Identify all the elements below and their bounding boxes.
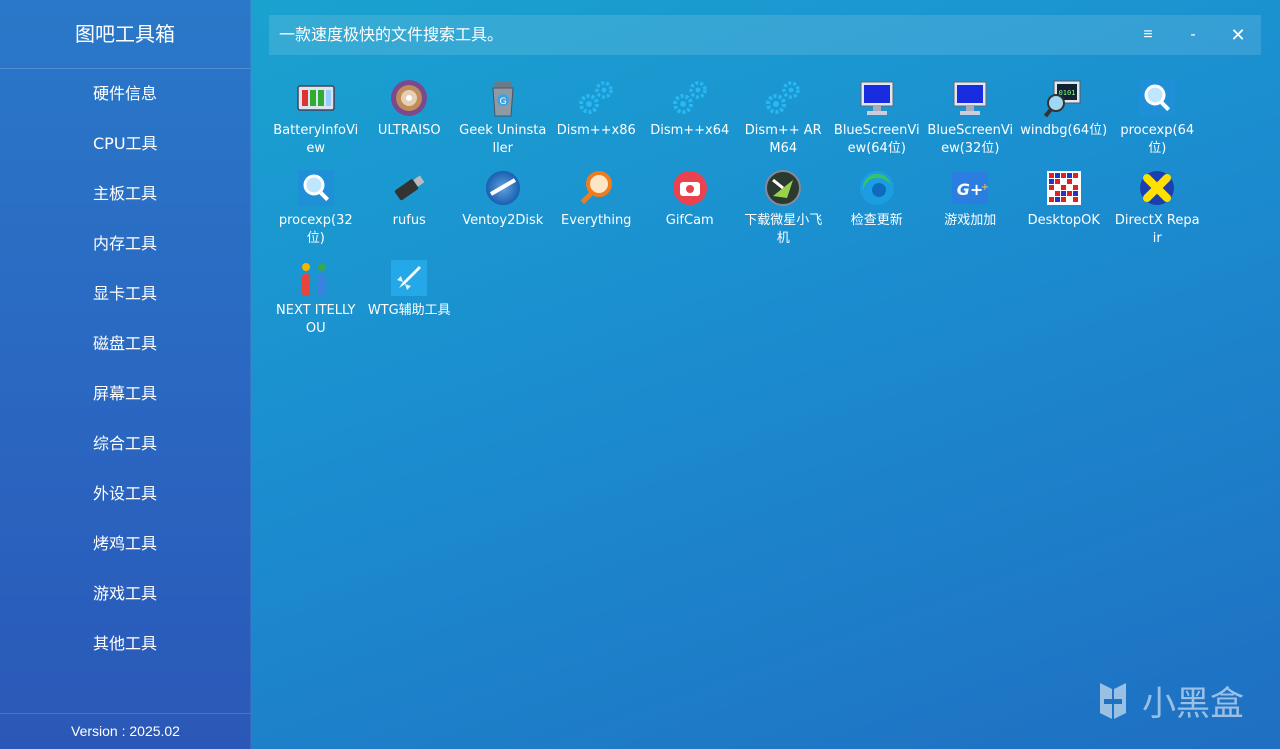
tool-item[interactable]: procexp(32位) — [269, 160, 363, 250]
itellyou-icon — [296, 258, 336, 298]
grid-icon — [1044, 168, 1084, 208]
app-title: 图吧工具箱 — [0, 0, 250, 69]
tool-label: procexp(64位) — [1120, 123, 1195, 156]
tool-label: GifCam — [665, 213, 714, 228]
gears-icon — [670, 78, 710, 118]
tool-item[interactable]: Dism++ ARM64 — [737, 70, 831, 160]
sidebar-item[interactable]: 主板工具 — [0, 169, 250, 219]
tool-grid: BatteryInfoView ULTRAISO G Geek Uninstaller… — [269, 70, 1209, 340]
svg-text:G: G — [499, 97, 506, 107]
tool-label: Dism++x86 — [556, 123, 636, 138]
sidebar-item[interactable]: 硬件信息 — [0, 69, 250, 119]
tool-item[interactable]: DesktopOK — [1017, 160, 1111, 250]
svg-text:+: + — [981, 182, 989, 193]
svg-text:G+: G+ — [957, 180, 984, 199]
tool-item[interactable]: Ventoy2Disk — [456, 160, 550, 250]
sidebar-item[interactable]: 外设工具 — [0, 469, 250, 519]
tool-label: 检查更新 — [850, 213, 903, 228]
tool-item[interactable]: G+ + 游戏加加 — [924, 160, 1018, 250]
rocket-icon — [389, 258, 429, 298]
tool-label: Dism++x64 — [650, 123, 730, 138]
tool-item[interactable]: 检查更新 — [830, 160, 924, 250]
afterburner-icon — [763, 168, 803, 208]
tool-item[interactable]: G Geek Uninstaller — [456, 70, 550, 160]
tool-item[interactable]: 0101 windbg(64位) — [1017, 70, 1111, 160]
close-button[interactable]: ✕ — [1216, 15, 1260, 55]
sidebar-item[interactable]: 磁盘工具 — [0, 319, 250, 369]
tool-label: 游戏加加 — [944, 213, 997, 228]
minimize-button[interactable]: - — [1171, 15, 1215, 55]
tool-label: ULTRAISO — [377, 123, 441, 138]
gears-icon — [576, 78, 616, 118]
tool-item[interactable]: NEXT ITELLYOU — [269, 250, 363, 340]
battery-icon — [296, 78, 336, 118]
sidebar-item[interactable]: 游戏工具 — [0, 569, 250, 619]
menu-button[interactable]: ≡ — [1126, 15, 1170, 55]
magnifier-icon — [1137, 78, 1177, 118]
usb-drive-icon — [389, 168, 429, 208]
tool-label: rufus — [392, 213, 426, 228]
tool-label: Everything — [561, 213, 632, 228]
directx-icon — [1137, 168, 1177, 208]
sidebar-item[interactable]: 显卡工具 — [0, 269, 250, 319]
tool-item[interactable]: Everything — [550, 160, 644, 250]
trash-icon: G — [483, 78, 523, 118]
tool-label: windbg(64位) — [1020, 123, 1108, 138]
tool-label: Geek Uninstaller — [459, 123, 547, 156]
watermark-text: 小黑盒 — [1142, 684, 1244, 724]
tool-item[interactable]: ULTRAISO — [363, 70, 457, 160]
magnifier-icon — [296, 168, 336, 208]
monitor-icon — [857, 78, 897, 118]
sidebar-item[interactable]: 屏幕工具 — [0, 369, 250, 419]
game-plus-icon: G+ + — [950, 168, 990, 208]
sidebar-item[interactable]: 其他工具 — [0, 619, 250, 669]
tool-item[interactable]: Dism++x86 — [550, 70, 644, 160]
tool-item[interactable]: Dism++x64 — [643, 70, 737, 160]
tagline: 一款速度极快的文件搜索工具。 — [279, 25, 504, 44]
tool-item[interactable]: rufus — [363, 160, 457, 250]
tool-label: procexp(32位) — [278, 213, 353, 246]
tool-item[interactable]: BlueScreenView(32位) — [924, 70, 1018, 160]
debugger-icon: 0101 — [1043, 78, 1084, 118]
gears-icon — [763, 78, 803, 118]
tool-item[interactable]: procexp(64位) — [1111, 70, 1205, 160]
monitor-icon — [950, 78, 990, 118]
tool-item[interactable]: WTG辅助工具 — [363, 250, 457, 340]
tool-item[interactable]: BlueScreenView(64位) — [830, 70, 924, 160]
tool-label: DirectX Repair — [1114, 213, 1200, 246]
sidebar: 图吧工具箱 硬件信息 CPU工具 主板工具 内存工具 显卡工具 磁盘工具 屏幕工具 综合工具外… — [0, 0, 251, 749]
tool-label: Dism++ ARM64 — [744, 123, 822, 156]
tool-label: 下载微星小飞机 — [744, 213, 823, 246]
watermark: 小黑盒 — [1090, 676, 1244, 725]
tool-label: BlueScreenView(32位) — [927, 123, 1014, 156]
tool-label: BatteryInfoView — [273, 123, 359, 156]
sidebar-item[interactable]: CPU工具 — [0, 119, 250, 169]
tool-item[interactable]: DirectX Repair — [1111, 160, 1205, 250]
tool-label: WTG辅助工具 — [367, 303, 451, 318]
title-bar: 一款速度极快的文件搜索工具。 ≡ - ✕ — [269, 15, 1261, 55]
camera-icon — [670, 168, 710, 208]
disc-icon — [389, 78, 429, 118]
ventoy-icon — [483, 168, 523, 208]
search-icon — [576, 168, 616, 208]
tool-label: DesktopOK — [1027, 213, 1100, 228]
sidebar-item[interactable]: 内存工具 — [0, 219, 250, 269]
tool-label: Ventoy2Disk — [462, 213, 544, 228]
edge-icon — [857, 168, 897, 208]
tool-label: NEXT ITELLYOU — [276, 303, 356, 336]
tool-item[interactable]: BatteryInfoView — [269, 70, 363, 160]
version-label: Version : 2025.02 — [0, 713, 251, 749]
heybox-logo-icon — [1100, 682, 1126, 719]
tool-label: BlueScreenView(64位) — [833, 123, 920, 156]
sidebar-item[interactable]: 综合工具 — [0, 419, 250, 469]
sidebar-item[interactable]: 烤鸡工具 — [0, 519, 250, 569]
tool-item[interactable]: GifCam — [643, 160, 737, 250]
sidebar-nav: 硬件信息 CPU工具 主板工具 内存工具 显卡工具 磁盘工具 屏幕工具 综合工具 外设工具 烤鸡工… — [0, 69, 250, 669]
tool-item[interactable]: 下载微星小飞机 — [737, 160, 831, 250]
